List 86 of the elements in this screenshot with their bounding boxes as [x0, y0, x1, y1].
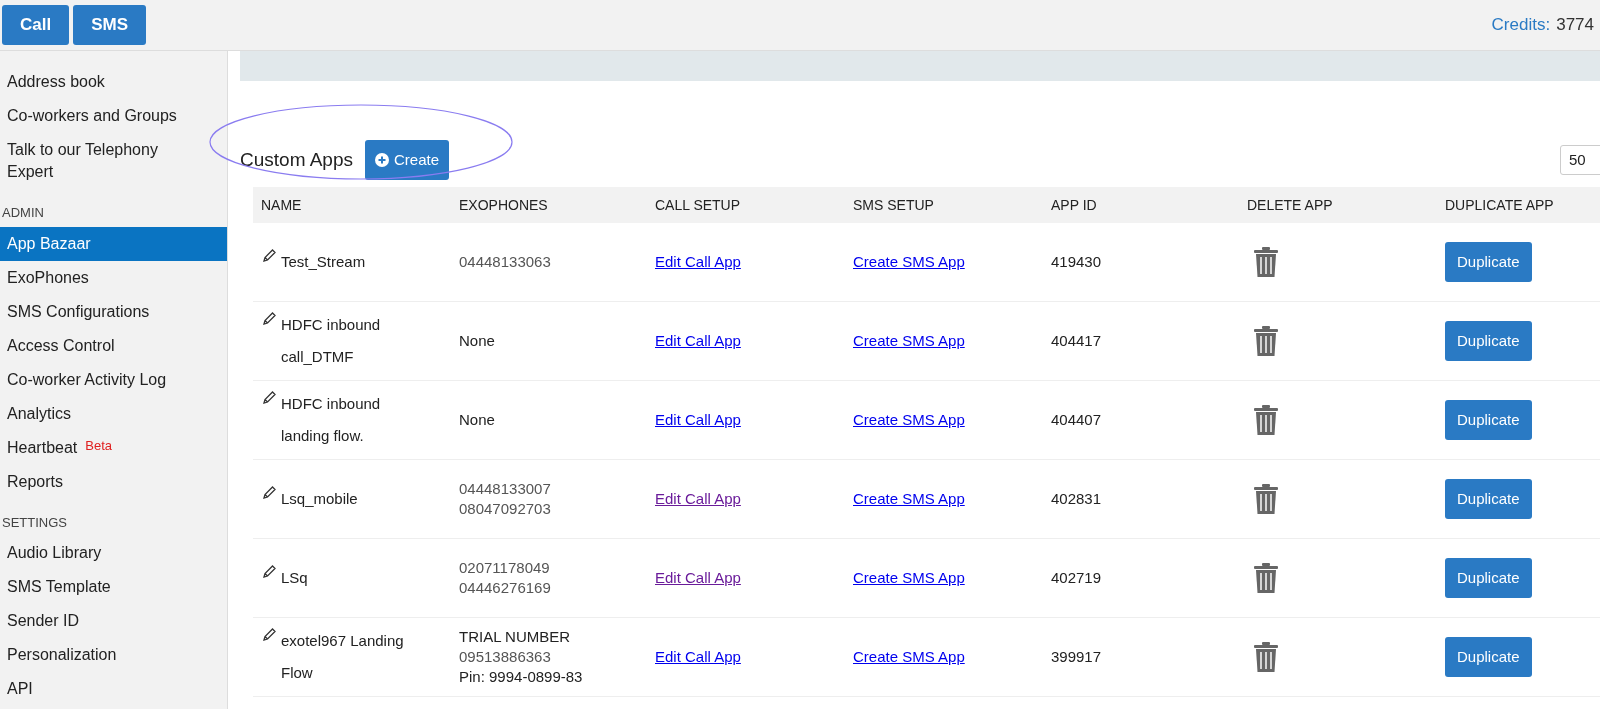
trash-icon[interactable]	[1253, 641, 1279, 673]
trial-label: TRIAL NUMBER	[459, 627, 572, 647]
page-size-select[interactable]: 50	[1560, 145, 1600, 175]
sidebar-item[interactable]: Talk to our Telephony Expert	[0, 133, 227, 189]
section-header: SETTINGS	[1, 513, 68, 532]
sidebar-item[interactable]: App Bazaar	[0, 226, 227, 261]
pencil-icon[interactable]	[261, 248, 277, 264]
exophones-value: None	[459, 410, 496, 430]
link[interactable]: Edit Call App	[655, 331, 741, 349]
sidebar-item[interactable]: Co-worker Activity Log	[0, 362, 227, 397]
duplicate-button[interactable]: Duplicate	[1445, 321, 1532, 361]
pencil-icon[interactable]	[261, 311, 277, 327]
link[interactable]: Create SMS App	[853, 489, 965, 507]
sidebar-item[interactable]: SMS Configurations	[0, 294, 227, 329]
sidebar-item[interactable]: API	[0, 672, 227, 706]
nav-button[interactable]: SMS	[73, 5, 147, 45]
column-header: EXOPHONES	[459, 195, 549, 215]
sidebar-item[interactable]: Analytics	[0, 396, 227, 431]
app-name: Test_Stream	[281, 252, 366, 272]
pencil-icon[interactable]	[261, 390, 277, 406]
sidebar-item[interactable]: Heartbeat Beta	[0, 430, 227, 465]
sidebar-item[interactable]: Address book	[0, 65, 227, 99]
phone-number: 04448133007	[459, 479, 552, 499]
app-id: 404417	[1051, 330, 1103, 351]
credits-label: Credits:	[1491, 14, 1551, 37]
link[interactable]: Edit Call App	[655, 647, 741, 665]
sidebar-item[interactable]: Audio Library	[0, 536, 227, 570]
phone-number: 02071178049	[459, 558, 551, 578]
link[interactable]: Edit Call App	[655, 489, 741, 507]
app-name: Lsq_mobile	[281, 489, 358, 509]
sidebar-item[interactable]: SMS Template	[0, 570, 227, 604]
app-id: 402719	[1051, 567, 1103, 588]
sidebar-item[interactable]: Sender ID	[0, 604, 227, 638]
app-name: exotel967 Landing Flow	[281, 631, 405, 683]
trash-icon[interactable]	[1253, 483, 1279, 515]
phone-number: 09513886363	[459, 647, 552, 667]
duplicate-button[interactable]: Duplicate	[1445, 242, 1532, 282]
column-header: DUPLICATE APP	[1445, 195, 1555, 215]
section-header: ADMIN	[1, 204, 45, 222]
pencil-icon[interactable]	[261, 485, 277, 501]
pin-text: Pin: 9994-0899-83	[459, 667, 584, 687]
nav-button[interactable]: Call	[2, 5, 70, 45]
credits-value: 3774	[1556, 14, 1594, 37]
app-name: HDFC inbound landing flow.	[281, 394, 382, 446]
sidebar-item[interactable]: ExoPhones	[0, 260, 227, 295]
section-title: Custom Apps	[240, 147, 353, 172]
app-id: 404407	[1051, 409, 1103, 430]
app-id: 399917	[1051, 646, 1103, 667]
sidebar-item[interactable]: Co-workers and Groups	[0, 99, 227, 133]
pencil-icon[interactable]	[261, 627, 277, 643]
link[interactable]: Create SMS App	[853, 252, 965, 270]
pencil-icon[interactable]	[261, 564, 277, 580]
link[interactable]: Create SMS App	[853, 331, 965, 349]
link[interactable]: Edit Call App	[655, 568, 741, 586]
column-header: APP ID	[1051, 195, 1098, 215]
duplicate-button[interactable]: Duplicate	[1445, 400, 1532, 440]
app-id: 402831	[1051, 488, 1103, 509]
column-header: DELETE APP	[1247, 195, 1334, 215]
phone-number: 04446276169	[459, 578, 552, 598]
link[interactable]: Edit Call App	[655, 410, 741, 428]
phone-number: 08047092703	[459, 499, 552, 519]
create-button[interactable]: Create	[365, 140, 450, 180]
plus-circle-icon	[375, 153, 389, 167]
link[interactable]: Create SMS App	[853, 647, 965, 665]
sidebar-item[interactable]: Personalization	[0, 638, 227, 672]
trash-icon[interactable]	[1253, 404, 1279, 436]
app-id: 419430	[1051, 251, 1103, 272]
trash-icon[interactable]	[1253, 246, 1279, 278]
link[interactable]: Edit Call App	[655, 252, 741, 270]
link[interactable]: Create SMS App	[853, 410, 965, 428]
app-name: HDFC inbound call_DTMF	[281, 315, 382, 367]
duplicate-button[interactable]: Duplicate	[1445, 637, 1532, 677]
sidebar-item[interactable]: Reports	[0, 464, 227, 499]
beta-label: Beta	[85, 436, 112, 455]
app-name: LSq	[281, 568, 308, 588]
column-header: NAME	[261, 195, 303, 215]
trash-icon[interactable]	[1253, 325, 1279, 357]
duplicate-button[interactable]: Duplicate	[1445, 479, 1532, 519]
column-header: SMS SETUP	[853, 195, 935, 215]
phone-number: 04448133063	[459, 252, 552, 272]
column-header: CALL SETUP	[655, 195, 742, 215]
duplicate-button[interactable]: Duplicate	[1445, 558, 1532, 598]
sidebar-item[interactable]: Access Control	[0, 328, 227, 363]
link[interactable]: Create SMS App	[853, 568, 965, 586]
trash-icon[interactable]	[1253, 562, 1279, 594]
exophones-value: None	[459, 331, 496, 351]
